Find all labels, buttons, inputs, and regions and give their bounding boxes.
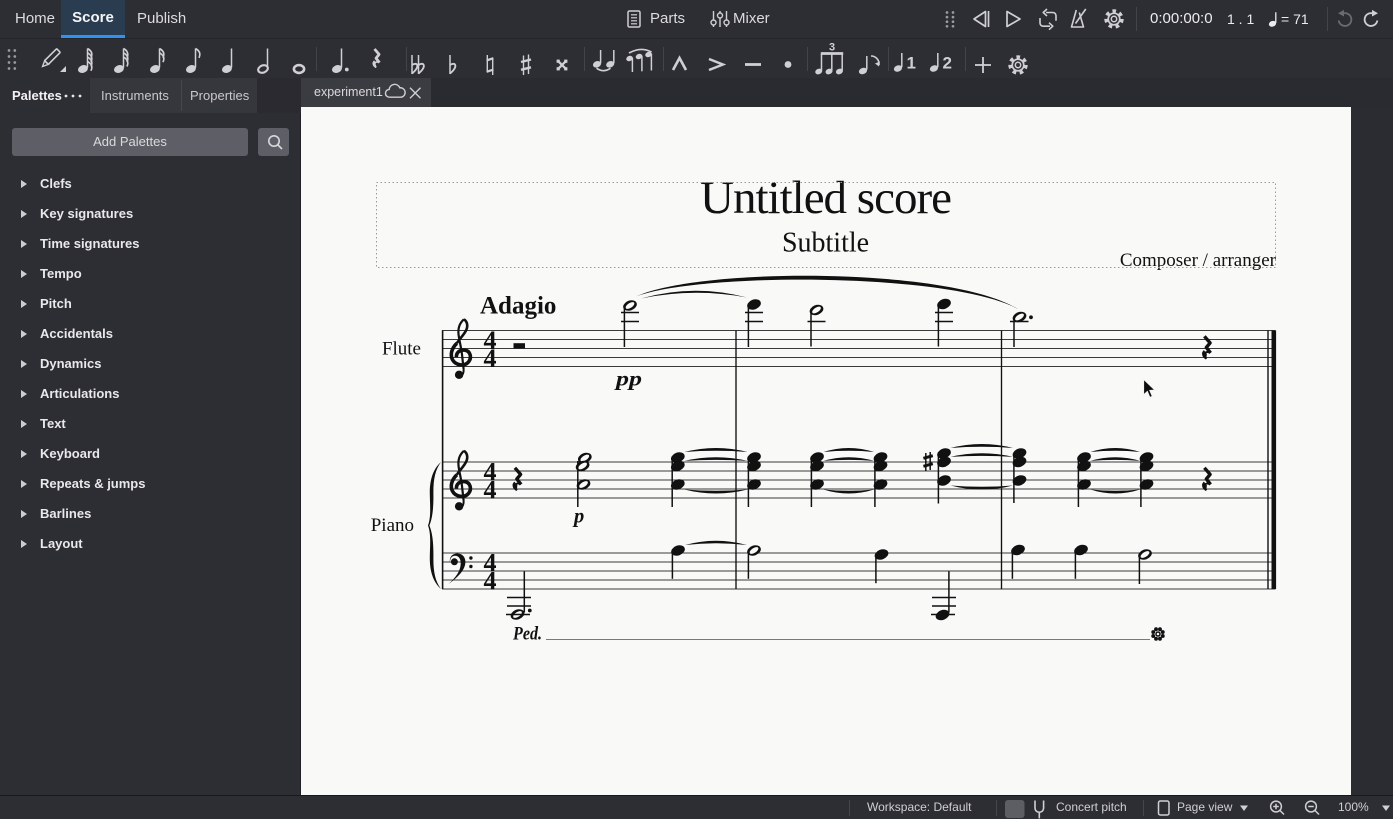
svg-text:3: 3: [829, 42, 835, 54]
svg-text:Piano: Piano: [371, 515, 414, 536]
svg-text:4: 4: [484, 476, 497, 505]
svg-text:4: 4: [484, 567, 497, 596]
svg-text:1: 1: [907, 54, 916, 73]
svg-text:Subtitle: Subtitle: [782, 228, 869, 259]
svg-text:pp: pp: [614, 367, 642, 391]
svg-text:2: 2: [943, 54, 952, 73]
svg-text:p: p: [572, 506, 584, 528]
svg-text:Ped.: Ped.: [512, 625, 542, 645]
svg-text:Untitled score: Untitled score: [700, 172, 951, 224]
svg-text:Adagio: Adagio: [480, 293, 556, 320]
svg-text:Flute: Flute: [382, 339, 421, 360]
svg-text:4: 4: [484, 344, 497, 373]
